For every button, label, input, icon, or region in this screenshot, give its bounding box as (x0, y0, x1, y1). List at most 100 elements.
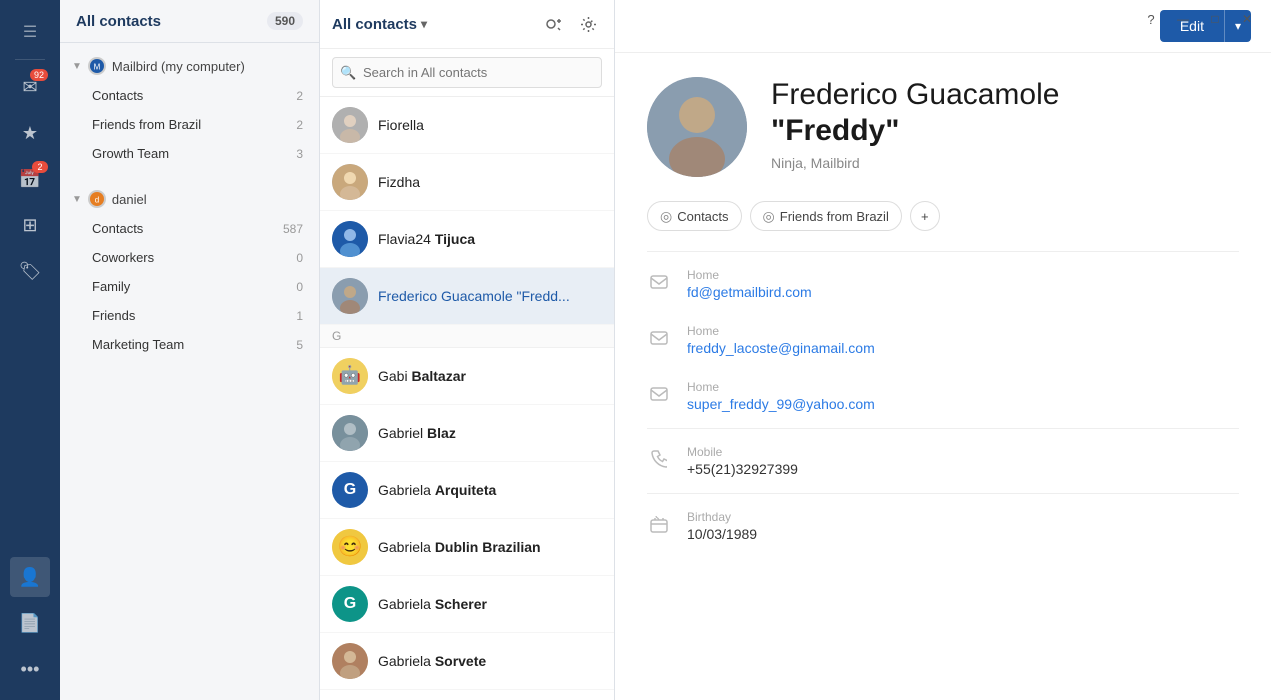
contact-item-fiorella[interactable]: Fiorella (320, 97, 614, 154)
app-sidebar: ☰ ✉ 92 ★ 📅 2 ⊞ 🏷 👤 📄 ••• (0, 0, 60, 700)
sidebar-icon-more[interactable]: ••• (10, 649, 50, 689)
sidebar-icon-tags[interactable]: 🏷 (10, 251, 50, 291)
group-item-mailbird-contacts[interactable]: Contacts 2 (60, 81, 319, 110)
mailbird-section-label: Mailbird (my computer) (112, 59, 245, 74)
contact-item-frederico[interactable]: Frederico Guacamole "Fredd... (320, 268, 614, 325)
group-count: 1 (296, 309, 303, 323)
mail-badge: 92 (30, 69, 48, 81)
contact-item-gabriela-dublin[interactable]: 😊 Gabriela Dublin Brazilian (320, 519, 614, 576)
divider-3 (647, 493, 1239, 494)
contact-item-flavia[interactable]: Flavia24 Tijuca (320, 211, 614, 268)
detail-field-email2: Home freddy_lacoste@ginamail.com (615, 312, 1271, 368)
detail-field-email1: Home fd@getmailbird.com (615, 256, 1271, 312)
contact-item-fizdha[interactable]: Fizdha (320, 154, 614, 211)
group-item-friends-brazil[interactable]: Friends from Brazil 2 (60, 110, 319, 139)
chevron-down-icon: ▼ (72, 61, 82, 72)
group-item-daniel-contacts[interactable]: Contacts 587 (60, 214, 319, 243)
detail-avatar (647, 77, 747, 177)
group-label: Growth Team (92, 146, 169, 161)
contact-item-gabriel[interactable]: Gabriel Blaz (320, 405, 614, 462)
sidebar-icon-apps[interactable]: ⊞ (10, 205, 50, 245)
contact-avatar: G (332, 586, 368, 622)
tag-label: Friends from Brazil (780, 209, 889, 224)
daniel-account-icon: d (88, 190, 106, 208)
contact-name: Gabriel Blaz (378, 425, 456, 441)
divider-2 (647, 428, 1239, 429)
contacts-list-title-button[interactable]: All contacts ▾ (332, 16, 427, 33)
minimize-button[interactable]: — (1167, 6, 1199, 32)
svg-text:🤖: 🤖 (339, 364, 361, 385)
field-value-phone[interactable]: +55(21)32927399 (687, 461, 798, 477)
chevron-down-icon: ▾ (421, 17, 427, 31)
contact-avatar (332, 107, 368, 143)
group-count: 2 (296, 118, 303, 132)
contact-item-gabi[interactable]: 🤖 Gabi Baltazar (320, 348, 614, 405)
group-label: Friends (92, 308, 135, 323)
sidebar-icon-calendar[interactable]: 📅 2 (10, 159, 50, 199)
section-letter-g: G (320, 325, 614, 348)
group-item-coworkers[interactable]: Coworkers 0 (60, 243, 319, 272)
sidebar-icon-docs[interactable]: 📄 (10, 603, 50, 643)
field-content-birthday: Birthday 10/03/1989 (687, 510, 757, 542)
friends-group-icon: ◎ (763, 208, 775, 225)
add-contact-button[interactable] (538, 10, 566, 38)
contact-avatar: G (332, 472, 368, 508)
tag-label: Contacts (677, 209, 728, 224)
contact-avatar-frederico (332, 278, 368, 314)
field-value-email2[interactable]: freddy_lacoste@ginamail.com (687, 340, 875, 356)
field-label: Home (687, 380, 875, 394)
star-icon: ★ (22, 123, 38, 144)
group-label: Friends from Brazil (92, 117, 201, 132)
group-label: Contacts (92, 88, 143, 103)
contact-item-gabriela-scherer[interactable]: G Gabriela Scherer (320, 576, 614, 633)
contact-avatar (332, 415, 368, 451)
field-value-email3[interactable]: super_freddy_99@yahoo.com (687, 396, 875, 412)
add-tag-button[interactable]: + (910, 201, 940, 231)
detail-tag-friends-brazil[interactable]: ◎ Friends from Brazil (750, 201, 902, 231)
daniel-section-header[interactable]: ▼ d daniel (60, 184, 319, 214)
group-label: Contacts (92, 221, 143, 236)
mailbird-section: ▼ M Mailbird (my computer) Contacts 2 Fr… (60, 43, 319, 176)
contact-name: Flavia24 Tijuca (378, 231, 475, 247)
daniel-section-label: daniel (112, 192, 147, 207)
field-content-email1: Home fd@getmailbird.com (687, 268, 812, 300)
field-label: Mobile (687, 445, 798, 459)
sidebar-icon-mail[interactable]: ✉ 92 (10, 67, 50, 107)
contacts-list-title-text: All contacts (332, 16, 417, 33)
group-item-family[interactable]: Family 0 (60, 272, 319, 301)
docs-icon: 📄 (19, 613, 41, 634)
groups-panel-header: All contacts 590 (60, 0, 319, 43)
detail-field-email3: Home super_freddy_99@yahoo.com (615, 368, 1271, 424)
settings-button[interactable] (574, 10, 602, 38)
maximize-button[interactable]: □ (1199, 6, 1231, 32)
search-icon: 🔍 (340, 65, 356, 81)
contact-name: Gabriela Dublin Brazilian (378, 539, 541, 555)
contact-avatar (332, 643, 368, 679)
detail-contact-name: Frederico Guacamole "Freddy" (771, 77, 1059, 149)
group-count: 587 (283, 222, 303, 236)
group-label: Marketing Team (92, 337, 184, 352)
contact-item-gabriela-sorvete[interactable]: Gabriela Sorvete (320, 633, 614, 690)
detail-tag-contacts[interactable]: ◎ Contacts (647, 201, 742, 231)
chevron-down-icon: ▼ (72, 194, 82, 205)
search-input[interactable] (332, 57, 602, 88)
help-button[interactable]: ? (1135, 6, 1167, 32)
group-item-growth-team[interactable]: Growth Team 3 (60, 139, 319, 168)
field-content-email2: Home freddy_lacoste@ginamail.com (687, 324, 875, 356)
field-label: Home (687, 324, 875, 338)
group-item-friends[interactable]: Friends 1 (60, 301, 319, 330)
sidebar-icon-hamburger[interactable]: ☰ (10, 12, 50, 52)
detail-name-section: Frederico Guacamole "Freddy" Ninja, Mail… (771, 77, 1059, 171)
group-item-marketing-team[interactable]: Marketing Team 5 (60, 330, 319, 359)
contact-avatar (332, 221, 368, 257)
mailbird-section-header[interactable]: ▼ M Mailbird (my computer) (60, 51, 319, 81)
close-button[interactable]: ✕ (1231, 6, 1263, 32)
contact-item-gabriela-arquiteta[interactable]: G Gabriela Arquiteta (320, 462, 614, 519)
titlebar: ? — □ ✕ (1127, 0, 1271, 38)
sidebar-icon-contacts[interactable]: 👤 (10, 557, 50, 597)
field-value-birthday: 10/03/1989 (687, 526, 757, 542)
sidebar-icon-favorites[interactable]: ★ (10, 113, 50, 153)
field-value-email1[interactable]: fd@getmailbird.com (687, 284, 812, 300)
tag-icon: 🏷 (19, 261, 42, 282)
email-icon (647, 326, 671, 350)
